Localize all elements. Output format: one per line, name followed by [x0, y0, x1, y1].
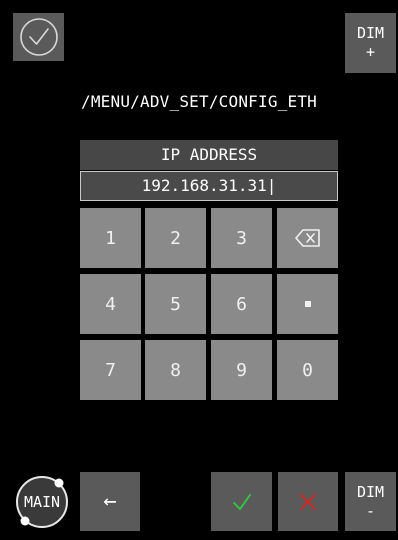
main-button[interactable]: MAIN	[13, 472, 71, 531]
key-dot[interactable]	[277, 274, 338, 334]
ok-button[interactable]	[13, 13, 64, 61]
dim-minus-label: DIM	[356, 482, 385, 501]
menu-path: /MENU/ADV_SET/CONFIG_ETH	[81, 92, 317, 111]
dim-plus-sign: +	[365, 43, 376, 61]
key-0[interactable]: 0	[277, 340, 338, 400]
back-button[interactable]: ←	[80, 472, 140, 531]
key-1[interactable]: 1	[80, 208, 141, 268]
arrow-left-icon: ←	[103, 489, 117, 514]
key-8[interactable]: 8	[145, 340, 206, 400]
confirm-button[interactable]	[211, 472, 272, 531]
dim-minus-button[interactable]: DIM -	[345, 472, 396, 531]
dim-plus-button[interactable]: DIM +	[345, 13, 396, 73]
checkmark-icon	[232, 493, 251, 510]
cross-icon	[300, 493, 316, 510]
cancel-button[interactable]	[278, 472, 338, 531]
check-circle-icon	[19, 18, 58, 56]
key-9[interactable]: 9	[211, 340, 272, 400]
dim-minus-sign: -	[365, 501, 376, 520]
dot-icon	[304, 301, 311, 307]
key-6[interactable]: 6	[211, 274, 272, 334]
key-2[interactable]: 2	[145, 208, 206, 268]
dim-plus-label: DIM	[356, 24, 385, 42]
ip-address-input[interactable]: 192.168.31.31|	[80, 171, 338, 201]
backspace-icon	[294, 229, 320, 247]
key-7[interactable]: 7	[80, 340, 141, 400]
key-3[interactable]: 3	[211, 208, 272, 268]
main-label: MAIN	[23, 492, 61, 511]
key-5[interactable]: 5	[145, 274, 206, 334]
panel-title: IP ADDRESS	[80, 140, 338, 170]
key-4[interactable]: 4	[80, 274, 141, 334]
backspace-button[interactable]	[277, 208, 338, 268]
